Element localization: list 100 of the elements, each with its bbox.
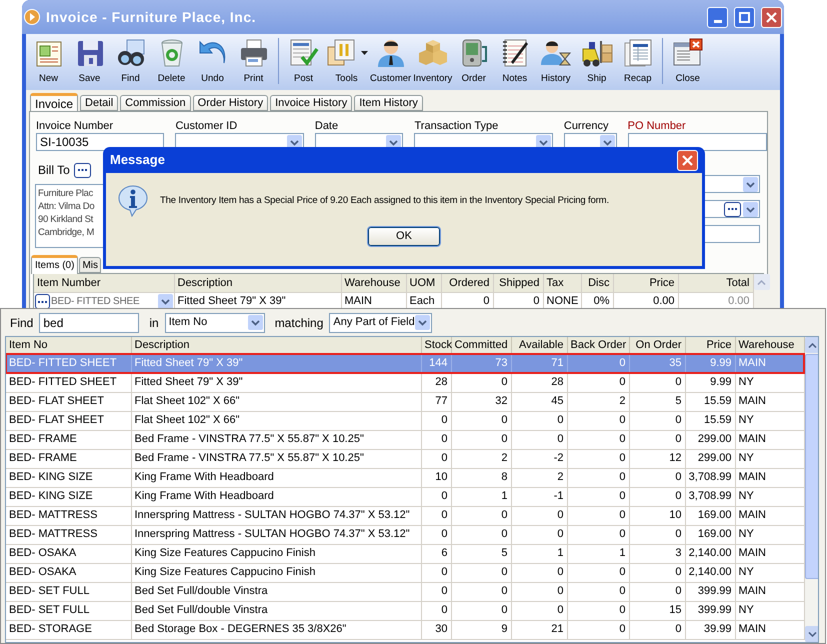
table-cell: 2 bbox=[567, 392, 629, 411]
tab[interactable]: Commission bbox=[120, 95, 191, 111]
toolbar-button[interactable]: Print bbox=[233, 36, 274, 86]
scroll-thumb[interactable] bbox=[804, 354, 818, 579]
table-cell: Flat Sheet 102" X 66" bbox=[131, 392, 421, 411]
table-cell: 399.99 bbox=[685, 601, 735, 620]
column-header[interactable]: Price bbox=[613, 274, 678, 292]
tab[interactable]: Detail bbox=[80, 95, 118, 111]
address-box[interactable]: Furniture Plac Attn: Vilma Do 90 Kirkland St Cambridge, M bbox=[35, 184, 106, 248]
tab[interactable]: Mis bbox=[79, 257, 102, 273]
lookup-button[interactable] bbox=[724, 202, 741, 216]
table-cell: Bed Frame - VINSTRA 77.5" X 55.87" X 10.25" bbox=[131, 430, 421, 449]
search-field[interactable]: bed bbox=[39, 312, 140, 332]
toolbar-button[interactable]: Notes bbox=[494, 36, 536, 86]
close-button[interactable] bbox=[761, 6, 782, 28]
table-cell: 2 bbox=[511, 468, 567, 487]
table-cell: 2,140.00 bbox=[685, 544, 735, 563]
table-cell: 0 bbox=[629, 525, 685, 544]
table-cell: 73 bbox=[451, 354, 511, 373]
maximize-button[interactable] bbox=[734, 6, 755, 28]
scrollbar[interactable] bbox=[804, 337, 818, 642]
table-cell: 0 bbox=[451, 411, 511, 430]
table-cell: Fitted Sheet 79" X 39" bbox=[131, 373, 421, 392]
table-cell: 0 bbox=[421, 601, 451, 620]
table-cell: Bed Set Full/double Vinstra bbox=[131, 601, 421, 620]
table-cell: 299.00 bbox=[685, 430, 735, 449]
scroll-up-button[interactable] bbox=[804, 337, 818, 353]
table-cell: Fitted Sheet 79" X 39" bbox=[131, 354, 421, 373]
column-header[interactable]: Shipped bbox=[493, 274, 543, 292]
table-cell: 0 bbox=[629, 620, 685, 639]
table-cell: 2 bbox=[451, 449, 511, 468]
field-label: Customer ID bbox=[175, 119, 238, 132]
toolbar-button[interactable]: Save bbox=[69, 36, 110, 86]
table-cell: 169.00 bbox=[685, 525, 735, 544]
combo-box[interactable]: Any Part of Field bbox=[329, 312, 432, 332]
combo-box[interactable]: Item No bbox=[164, 312, 265, 332]
table-cell: 0 bbox=[421, 449, 451, 468]
table-cell: 15.59 bbox=[685, 411, 735, 430]
table-cell: BED- OSAKA bbox=[6, 544, 131, 563]
close-icon bbox=[682, 154, 693, 166]
column-header[interactable]: Total bbox=[678, 274, 753, 292]
table-cell: BED- OSAKA bbox=[6, 563, 131, 582]
tab[interactable]: Invoice History bbox=[270, 95, 352, 111]
table-cell: 0 bbox=[451, 601, 511, 620]
table-cell: BED- FITTED SHEET bbox=[6, 354, 131, 373]
table-cell: 0 bbox=[451, 525, 511, 544]
table-cell: 5 bbox=[629, 392, 685, 411]
toolbar-button[interactable]: History bbox=[535, 36, 576, 86]
table-cell: 169.00 bbox=[685, 506, 735, 525]
table-cell: 12 bbox=[629, 449, 685, 468]
table-cell: 3,708.99 bbox=[685, 487, 735, 506]
app-icon bbox=[24, 9, 40, 25]
column-header[interactable]: Ordered bbox=[441, 274, 493, 292]
column-header[interactable]: Item Number bbox=[34, 274, 174, 292]
close-button[interactable] bbox=[677, 150, 698, 170]
lookup-button[interactable] bbox=[74, 162, 91, 178]
toolbar-button[interactable]: Inventory bbox=[412, 36, 454, 86]
table-cell: Bed Storage Box - DEGERNES 35 3/8X26" bbox=[131, 620, 421, 639]
toolbar-button[interactable]: Customer bbox=[369, 36, 412, 86]
column-header[interactable]: Disc bbox=[581, 274, 613, 292]
table-cell: King Frame With Headboard bbox=[131, 468, 421, 487]
column-header[interactable]: Warehouse bbox=[341, 274, 406, 292]
toolbar-button[interactable]: Tools bbox=[324, 36, 369, 86]
tab[interactable]: Item History bbox=[354, 95, 423, 111]
column-header[interactable]: UOM bbox=[406, 274, 441, 292]
toolbar-button[interactable]: Ship bbox=[576, 36, 618, 86]
tab[interactable]: Items (0) bbox=[31, 255, 78, 274]
table-cell: 0 bbox=[567, 563, 629, 582]
minimize-button[interactable] bbox=[707, 6, 728, 28]
table-cell: 9.99 bbox=[685, 373, 735, 392]
toolbar-button[interactable]: Post bbox=[283, 36, 324, 86]
column-header[interactable]: Tax bbox=[543, 274, 581, 292]
scroll-down-button[interactable] bbox=[804, 626, 818, 642]
table-cell: 0 bbox=[629, 411, 685, 430]
tab[interactable]: Invoice bbox=[30, 93, 78, 112]
toolbar-button[interactable]: Find bbox=[110, 36, 151, 86]
table-cell: NY bbox=[735, 449, 804, 468]
table-cell: 9 bbox=[451, 620, 511, 639]
tab[interactable]: Order History bbox=[192, 95, 268, 111]
toolbar-button[interactable]: New bbox=[28, 36, 69, 86]
table-cell: NY bbox=[735, 601, 804, 620]
table-cell: 0 bbox=[629, 373, 685, 392]
toolbar-button[interactable]: Order bbox=[453, 36, 494, 86]
toolbar-button[interactable]: Recap bbox=[617, 36, 658, 86]
table-cell: 0 bbox=[567, 449, 629, 468]
table-cell: 15.59 bbox=[685, 392, 735, 411]
table-cell: 0 bbox=[421, 582, 451, 601]
table-cell: BED- MATTRESS bbox=[6, 525, 131, 544]
table-cell: MAIN bbox=[735, 544, 804, 563]
text-field[interactable]: SI-10035 bbox=[36, 133, 164, 151]
table-cell: 0 bbox=[511, 430, 567, 449]
column-header[interactable]: Description bbox=[174, 274, 341, 292]
toolbar-button[interactable]: Undo bbox=[192, 36, 233, 86]
toolbar-button[interactable]: Close bbox=[667, 36, 708, 86]
toolbar-button[interactable]: Delete bbox=[151, 36, 192, 86]
table-cell: 0 bbox=[567, 582, 629, 601]
ok-button[interactable]: OK bbox=[368, 227, 440, 246]
caret-icon bbox=[361, 51, 368, 55]
table-cell: 0 bbox=[421, 487, 451, 506]
table-cell: MAIN bbox=[735, 430, 804, 449]
